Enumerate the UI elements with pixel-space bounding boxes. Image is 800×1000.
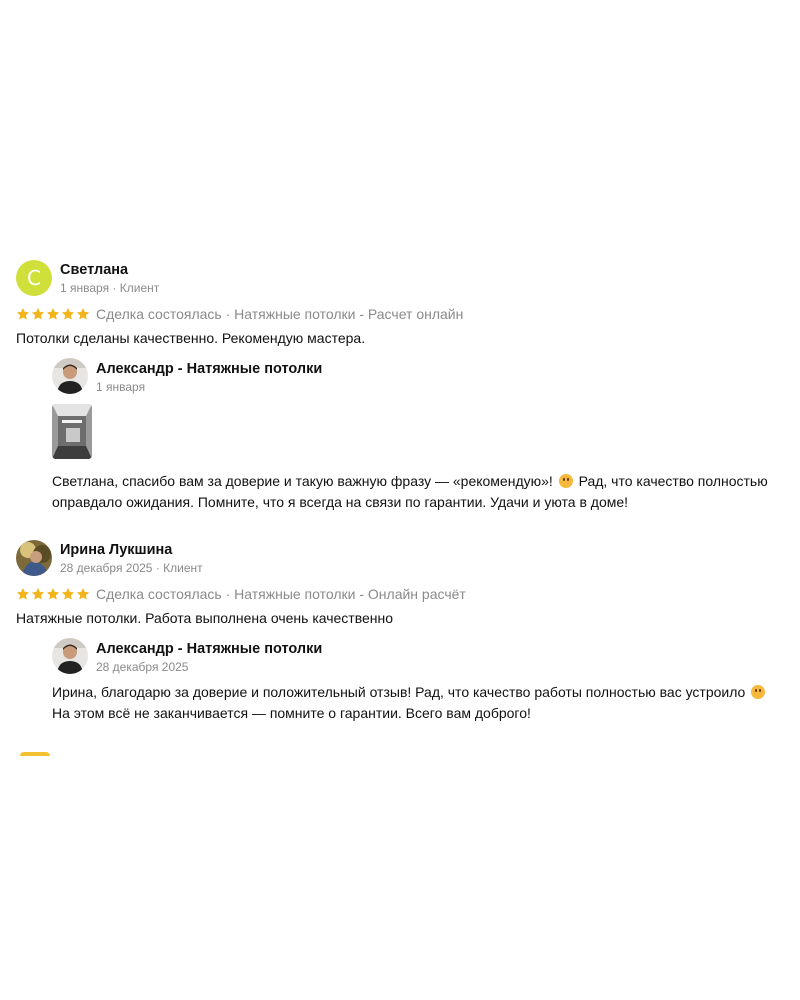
person-photo-icon	[52, 638, 88, 674]
review-author[interactable]: Светлана	[60, 262, 128, 278]
star-icon	[31, 308, 45, 320]
star-icon	[46, 308, 60, 320]
review-meta: 28 декабря 2025 · Клиент	[60, 561, 203, 575]
star-icon	[46, 588, 60, 600]
smile-emoji-icon	[751, 685, 766, 699]
review-text: Натяжные потолки. Работа выполнена очень…	[16, 610, 394, 626]
reply-text: Светлана, спасибо вам за доверие и такую…	[52, 473, 768, 510]
avatar[interactable]: С	[16, 260, 52, 296]
star-icon	[76, 308, 90, 320]
star-icon	[61, 588, 75, 600]
reply-author[interactable]: Александр - Натяжные потолки	[96, 641, 322, 657]
reply-date: 1 января	[96, 380, 146, 394]
reply-avatar[interactable]	[52, 638, 88, 674]
star-rating	[16, 587, 90, 601]
review-author[interactable]: Ирина Лукшина	[60, 542, 172, 558]
star-icon	[16, 308, 30, 320]
smile-emoji-icon	[558, 474, 573, 488]
rating-line: Сделка состоялась · Натяжные потолки - О…	[16, 586, 466, 602]
person-photo-icon	[52, 358, 88, 394]
review-meta: 1 января · Клиент	[60, 281, 160, 295]
avatar	[20, 752, 50, 756]
star-icon	[16, 588, 30, 600]
reply-date: 28 декабря 2025	[96, 660, 189, 674]
avatar[interactable]	[16, 540, 52, 576]
user-photo-icon	[16, 540, 52, 576]
star-icon	[76, 588, 90, 600]
star-icon	[61, 308, 75, 320]
review-text: Потолки сделаны качественно. Рекомендую …	[16, 330, 366, 346]
rating-line: Сделка состоялась · Натяжные потолки - Р…	[16, 306, 463, 322]
star-icon	[31, 588, 45, 600]
reply-text: Ирина, благодарю за доверие и положитель…	[52, 682, 767, 724]
deal-info: Сделка состоялась · Натяжные потолки - О…	[96, 586, 466, 602]
ceiling-photo-icon	[52, 404, 92, 459]
reply-photo[interactable]	[52, 404, 92, 459]
star-rating	[16, 307, 90, 321]
reply-avatar[interactable]	[52, 358, 88, 394]
deal-info: Сделка состоялась · Натяжные потолки - Р…	[96, 306, 464, 322]
reply-author[interactable]: Александр - Натяжные потолки	[96, 361, 322, 377]
